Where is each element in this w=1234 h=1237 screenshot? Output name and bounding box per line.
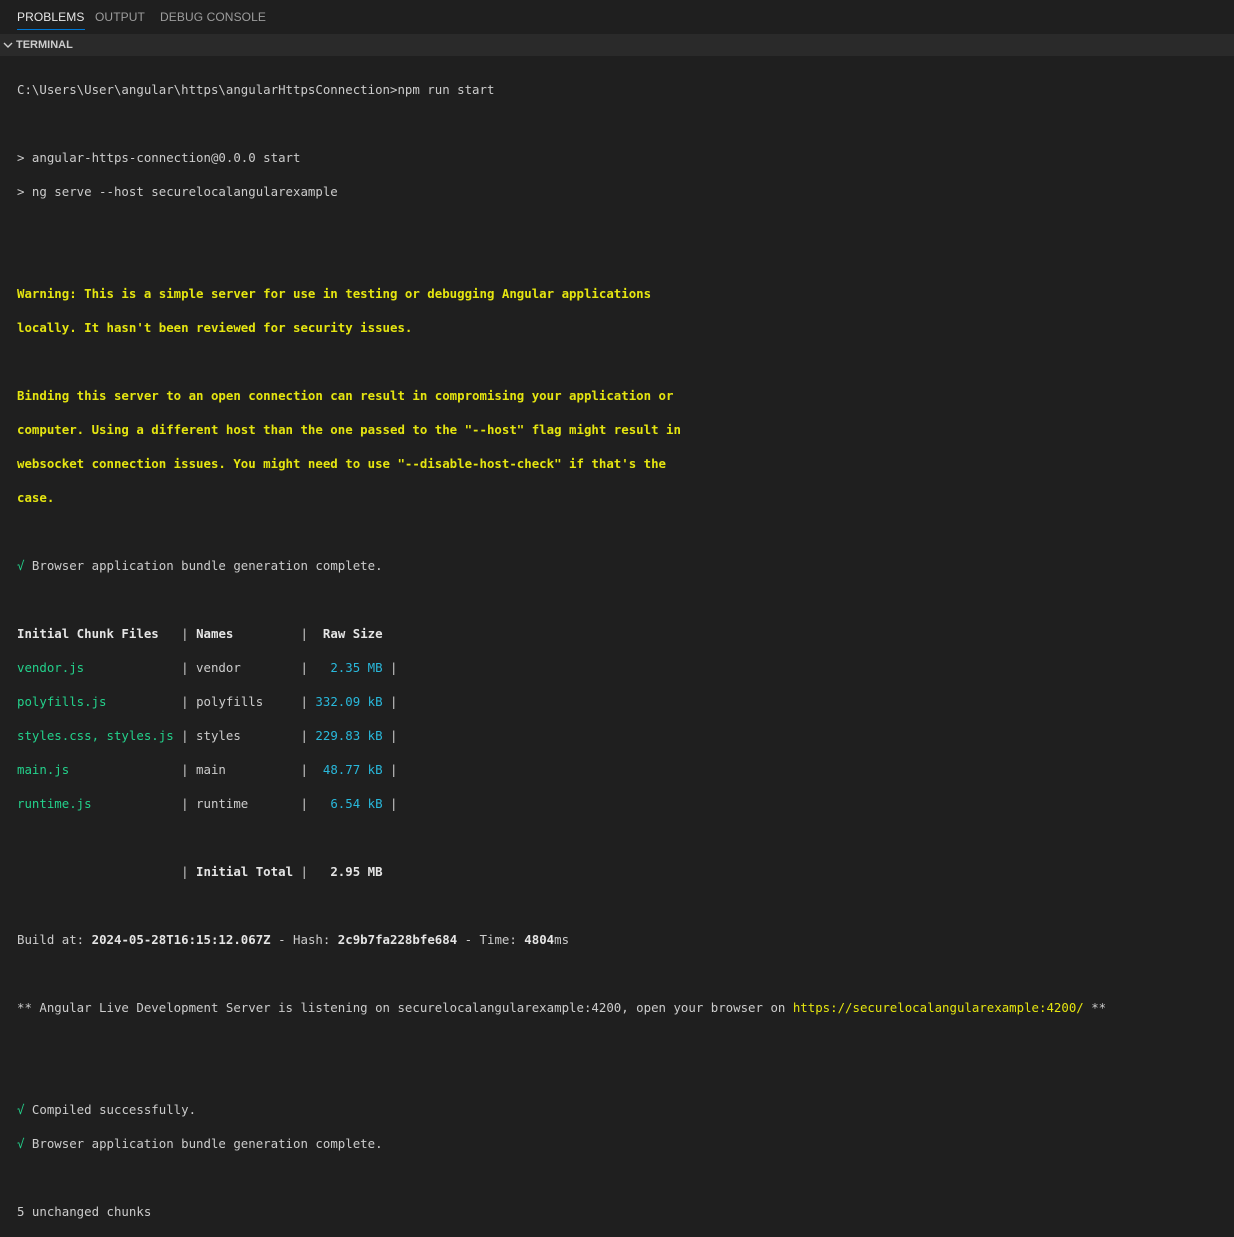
terminal-output[interactable]: C:\Users\User\angular\https\angularHttps…	[0, 56, 1234, 1237]
server-url-link[interactable]: https://securelocalangularexample:4200/	[793, 1000, 1084, 1015]
chunk-file: runtime.js	[17, 796, 92, 811]
build-time: 4804	[524, 932, 555, 947]
chunk-file: main.js	[17, 762, 70, 777]
panel-tab-bar: PROBLEMS OUTPUT DEBUG CONSOLE	[0, 0, 1234, 34]
chunk-file: polyfills.js	[17, 694, 107, 709]
section-title: TERMINAL	[16, 39, 73, 51]
table-row: runtime.js | runtime | 6.54 kB |	[17, 796, 398, 811]
warning-line: computer. Using a different host than th…	[17, 422, 681, 437]
terminal-section-header[interactable]: TERMINAL	[0, 34, 1234, 56]
warning-line: case.	[17, 490, 55, 505]
chunk-name: vendor	[196, 660, 241, 675]
tab-output[interactable]: OUTPUT	[95, 0, 145, 34]
chevron-down-icon	[3, 42, 13, 48]
chunk-file: vendor.js	[17, 660, 85, 675]
header-files: Initial Chunk Files	[17, 626, 159, 641]
bundle-complete-line: √ Browser application bundle generation …	[17, 557, 1234, 574]
header-size: Raw Size	[322, 626, 383, 641]
warning-line: locally. It hasn't been reviewed for sec…	[17, 320, 413, 335]
chunk-size: 229.83 kB	[315, 728, 383, 743]
chunk-file: styles.css, styles.js	[17, 728, 174, 743]
chunk-size: 332.09 kB	[315, 694, 383, 709]
total-label: Initial Total	[196, 864, 294, 879]
table-total-row: | Initial Total | 2.95 MB	[17, 864, 383, 879]
tab-debug-console[interactable]: DEBUG CONSOLE	[160, 0, 266, 34]
unchanged-chunks-line: 5 unchanged chunks	[17, 1204, 152, 1219]
chunk-name: styles	[196, 728, 241, 743]
table-row: vendor.js | vendor | 2.35 MB |	[17, 660, 398, 675]
server-suffix: **	[1083, 1000, 1107, 1015]
table-row: main.js | main | 48.77 kB |	[17, 762, 398, 777]
server-line: ** Angular Live Development Server is li…	[17, 999, 1234, 1016]
status-text: Browser application bundle generation co…	[24, 558, 383, 573]
npm-command-line: > ng serve --host securelocalangularexam…	[17, 184, 338, 199]
terminal-prompt-line: C:\Users\User\angular\https\angularHttps…	[17, 82, 495, 97]
build-timestamp: 2024-05-28T16:15:12.067Z	[91, 932, 271, 947]
chunk-table-header: Initial Chunk Files | Names | Raw Size	[17, 626, 383, 641]
hash-label: - Hash:	[270, 932, 338, 947]
server-text: ** Angular Live Development Server is li…	[17, 1000, 793, 1015]
bundle-complete-line: √ Browser application bundle generation …	[17, 1135, 1234, 1152]
table-row: polyfills.js | polyfills | 332.09 kB |	[17, 694, 398, 709]
chunk-name: main	[196, 762, 226, 777]
time-label: - Time:	[457, 932, 525, 947]
warning-line: Warning: This is a simple server for use…	[17, 286, 652, 301]
build-hash: 2c9b7fa228bfe684	[337, 932, 458, 947]
build-info-line: Build at: 2024-05-28T16:15:12.067Z - Has…	[17, 931, 1234, 948]
tab-problems[interactable]: PROBLEMS	[17, 0, 85, 34]
check-icon: √	[17, 1102, 25, 1117]
status-text: Compiled successfully.	[24, 1102, 197, 1117]
chunk-size: 6.54 kB	[330, 796, 383, 811]
status-text: Browser application bundle generation co…	[24, 1136, 383, 1151]
chunk-name: polyfills	[196, 694, 264, 709]
build-at-label: Build at:	[17, 932, 92, 947]
time-unit: ms	[554, 932, 570, 947]
chunk-size: 2.35 MB	[330, 660, 383, 675]
chunk-name: runtime	[196, 796, 249, 811]
table-row: styles.css, styles.js | styles | 229.83 …	[17, 728, 398, 743]
npm-script-line: > angular-https-connection@0.0.0 start	[17, 150, 301, 165]
compiled-line: √ Compiled successfully.	[17, 1101, 1234, 1118]
warning-line: Binding this server to an open connectio…	[17, 388, 674, 403]
total-size: 2.95 MB	[330, 864, 383, 879]
header-names: Names	[196, 626, 234, 641]
warning-line: websocket connection issues. You might n…	[17, 456, 667, 471]
chunk-size: 48.77 kB	[322, 762, 383, 777]
check-icon: √	[17, 1136, 25, 1151]
